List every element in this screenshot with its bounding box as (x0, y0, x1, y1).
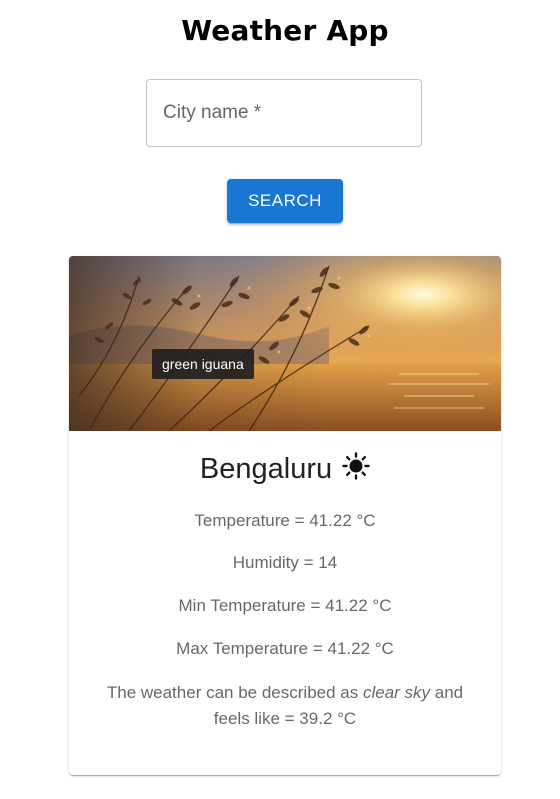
weather-app: Weather App SEARCH (0, 0, 560, 799)
image-tooltip: green iguana (152, 349, 254, 379)
city-name-field[interactable] (146, 79, 422, 147)
humidity-text: Humidity = 14 (232, 553, 338, 572)
weather-card-image: green iguana (69, 256, 501, 431)
city-heading: Bengaluru (69, 449, 501, 489)
sun-icon (342, 452, 370, 480)
city-name-input[interactable] (147, 80, 421, 146)
weather-card: green iguana Bengaluru Temperature = 41.… (69, 256, 501, 775)
max-temperature-text: Max Temperature = 41.22 °C (176, 639, 394, 658)
search-button[interactable]: SEARCH (227, 179, 343, 223)
min-temperature-text: Min Temperature = 41.22 °C (178, 596, 392, 615)
page-title: Weather App (181, 14, 389, 47)
city-name: Bengaluru (199, 452, 333, 485)
weather-condition: clear sky (362, 683, 431, 702)
description-prefix: The weather can be described as (106, 683, 363, 702)
weather-description: The weather can be described as clear sk… (89, 680, 481, 732)
sunset-grass-image (69, 256, 501, 431)
temperature-text: Temperature = 41.22 °C (194, 511, 376, 530)
